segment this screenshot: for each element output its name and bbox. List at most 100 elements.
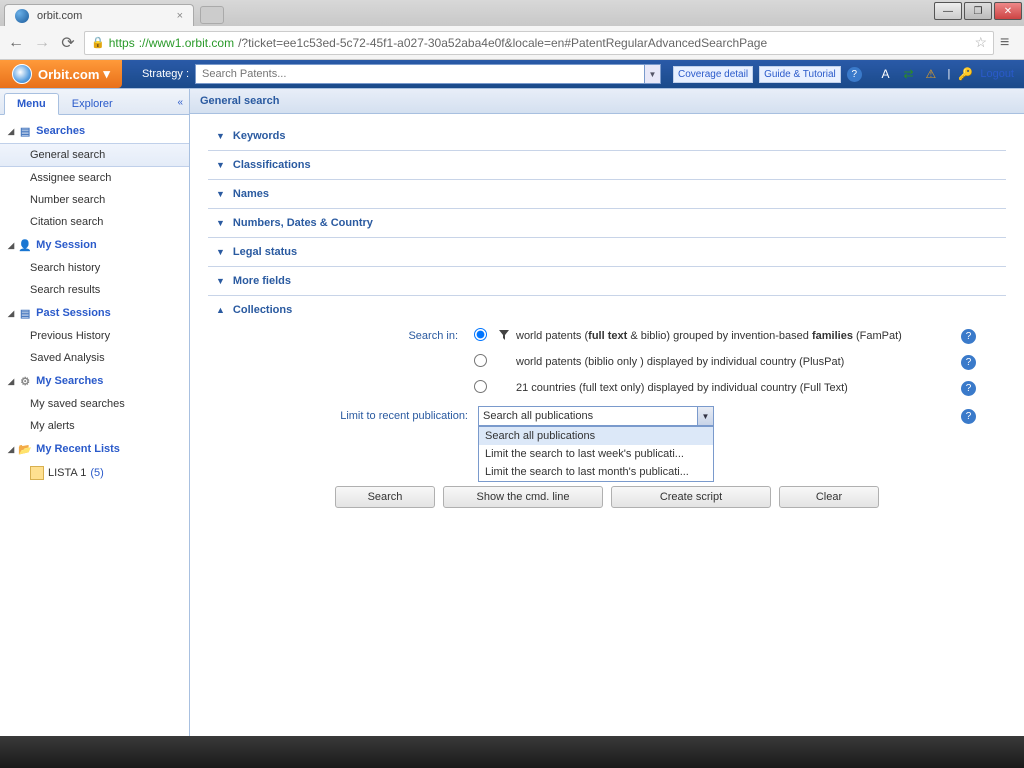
group-label: Searches (36, 125, 85, 137)
nav-item-number-search[interactable]: Number search (0, 189, 189, 211)
group-label: My Session (36, 239, 97, 251)
new-tab-button[interactable] (200, 6, 224, 24)
nav-item-my-saved-searches[interactable]: My saved searches (0, 393, 189, 415)
section-header-classifications[interactable]: ▼Classifications (208, 159, 1006, 171)
help-icon[interactable]: ? (961, 409, 976, 424)
recent-list-count: (5) (90, 467, 103, 479)
radio-fulltext[interactable] (474, 380, 487, 393)
section-label: Collections (233, 304, 292, 316)
chevron-down-icon: ▼ (216, 218, 225, 228)
nav-item-recent-list[interactable]: LISTA 1 (5) (0, 461, 189, 485)
maximize-button[interactable]: ❐ (964, 2, 992, 20)
group-label: My Searches (36, 375, 103, 387)
minimize-button[interactable]: — (934, 2, 962, 20)
nav-item-saved-analysis[interactable]: Saved Analysis (0, 347, 189, 369)
user-icon: 👤 (18, 238, 32, 252)
sidebar-collapse-button[interactable]: « (171, 93, 189, 114)
nav-item-search-history[interactable]: Search history (0, 257, 189, 279)
tab-close-icon[interactable]: × (177, 10, 183, 22)
coverage-detail-link[interactable]: Coverage detail (673, 66, 753, 83)
help-icon[interactable]: ? (847, 67, 862, 82)
chrome-menu-icon[interactable]: ≡ (1000, 34, 1018, 52)
strategy-dropdown-button[interactable]: ▼ (645, 64, 661, 84)
chevron-up-icon: ▲ (216, 305, 225, 315)
list-item-icon (30, 466, 44, 480)
nav-group-searches[interactable]: ◢▤Searches (0, 119, 189, 143)
app-header: Orbit.com ▾ Strategy : ▼ Coverage detail… (0, 60, 1024, 88)
window-controls: — ❐ ✕ (934, 2, 1022, 20)
help-icon[interactable]: ? (961, 381, 976, 396)
logout-link[interactable]: Logout (980, 68, 1014, 80)
section-label: Legal status (233, 246, 297, 258)
nav-item-previous-history[interactable]: Previous History (0, 325, 189, 347)
help-icon[interactable]: ? (961, 355, 976, 370)
section-collections: ▲Collections Search in: world patents (f… (208, 296, 1006, 516)
nav-item-general-search[interactable]: General search (0, 143, 189, 167)
create-script-button[interactable]: Create script (611, 486, 771, 508)
nav-item-search-results[interactable]: Search results (0, 279, 189, 301)
header-right: A ⇄ ⚠ | 🔑 Logout (881, 67, 1024, 81)
nav-item-assignee-search[interactable]: Assignee search (0, 167, 189, 189)
back-button[interactable]: ← (6, 33, 26, 53)
help-icon[interactable]: ? (961, 329, 976, 344)
show-cmd-button[interactable]: Show the cmd. line (443, 486, 603, 508)
search-button[interactable]: Search (335, 486, 435, 508)
logo[interactable]: Orbit.com ▾ (0, 60, 122, 88)
nav-group-past-sessions[interactable]: ◢▤Past Sessions (0, 301, 189, 325)
forward-button[interactable]: → (32, 33, 52, 53)
key-icon[interactable]: 🔑 (958, 67, 972, 81)
section-header-keywords[interactable]: ▼Keywords (208, 130, 1006, 142)
nav-group-my-searches[interactable]: ◢⚙My Searches (0, 369, 189, 393)
nav-group-my-session[interactable]: ◢👤My Session (0, 233, 189, 257)
sidebar-tabs: Menu Explorer « (0, 89, 189, 115)
strategy-label: Strategy : (142, 68, 189, 80)
section-label: More fields (233, 275, 291, 287)
section-header-names[interactable]: ▼Names (208, 188, 1006, 200)
font-tool-icon[interactable]: A (881, 67, 895, 81)
warning-icon[interactable]: ⚠ (925, 67, 939, 81)
recent-list-name: LISTA 1 (48, 467, 86, 479)
sidebar-tab-explorer[interactable]: Explorer (59, 93, 126, 114)
section-label: Names (233, 188, 269, 200)
radio-pluspat[interactable] (474, 354, 487, 367)
triangle-icon: ◢ (8, 445, 14, 454)
section-header-more-fields[interactable]: ▼ More fields (208, 275, 1006, 287)
window-close-button[interactable]: ✕ (994, 2, 1022, 20)
group-label: My Recent Lists (36, 443, 120, 455)
guide-tutorial-link[interactable]: Guide & Tutorial (759, 66, 841, 83)
radio-fampat[interactable] (474, 328, 487, 341)
address-bar[interactable]: 🔒 https://www1.orbit.com/?ticket=ee1c53e… (84, 31, 994, 55)
dropdown-list: Search all publications Limit the search… (478, 426, 714, 482)
browser-tab[interactable]: orbit.com × (4, 4, 194, 26)
section-header-numbers-dates[interactable]: ▼Numbers, Dates & Country (208, 217, 1006, 229)
sidebar: Menu Explorer « ◢▤Searches General searc… (0, 89, 190, 736)
logo-caret-icon: ▾ (103, 66, 110, 82)
dropdown-option[interactable]: Limit the search to last month's publica… (479, 463, 713, 481)
logo-swirl-icon (12, 64, 32, 84)
nav-item-citation-search[interactable]: Citation search (0, 211, 189, 233)
nav-item-my-alerts[interactable]: My alerts (0, 415, 189, 437)
section-header-collections[interactable]: ▲ Collections (208, 304, 1006, 316)
search-in-label: Search in: (208, 330, 468, 342)
select-box[interactable]: Search all publications (478, 406, 698, 426)
url-host: ://www1.orbit.com (139, 36, 234, 50)
tab-title: orbit.com (37, 10, 82, 22)
dropdown-option[interactable]: Limit the search to last week's publicat… (479, 445, 713, 463)
bookmark-star-icon[interactable]: ☆ (974, 34, 987, 51)
sidebar-tab-menu[interactable]: Menu (4, 93, 59, 115)
dropdown-option[interactable]: Search all publications (479, 427, 713, 445)
strategy-input[interactable] (195, 64, 645, 84)
url-path: /?ticket=ee1c53ed-5c72-45f1-a027-30a52ab… (238, 36, 767, 50)
translate-icon[interactable]: ⇄ (903, 67, 917, 81)
clear-button[interactable]: Clear (779, 486, 879, 508)
favicon-icon (15, 9, 29, 23)
reload-button[interactable]: ⟳ (58, 33, 78, 53)
radio-fulltext-label: 21 countries (full text only) displayed … (516, 382, 848, 394)
chevron-down-icon: ▼ (216, 276, 225, 286)
funnel-icon[interactable] (498, 329, 510, 341)
select-dropdown-button[interactable]: ▼ (698, 406, 714, 426)
logo-text: Orbit.com (38, 67, 99, 82)
section-header-legal-status[interactable]: ▼Legal status (208, 246, 1006, 258)
nav-group-my-recent-lists[interactable]: ◢📂My Recent Lists (0, 437, 189, 461)
address-bar-row: ← → ⟳ 🔒 https://www1.orbit.com/?ticket=e… (0, 26, 1024, 60)
